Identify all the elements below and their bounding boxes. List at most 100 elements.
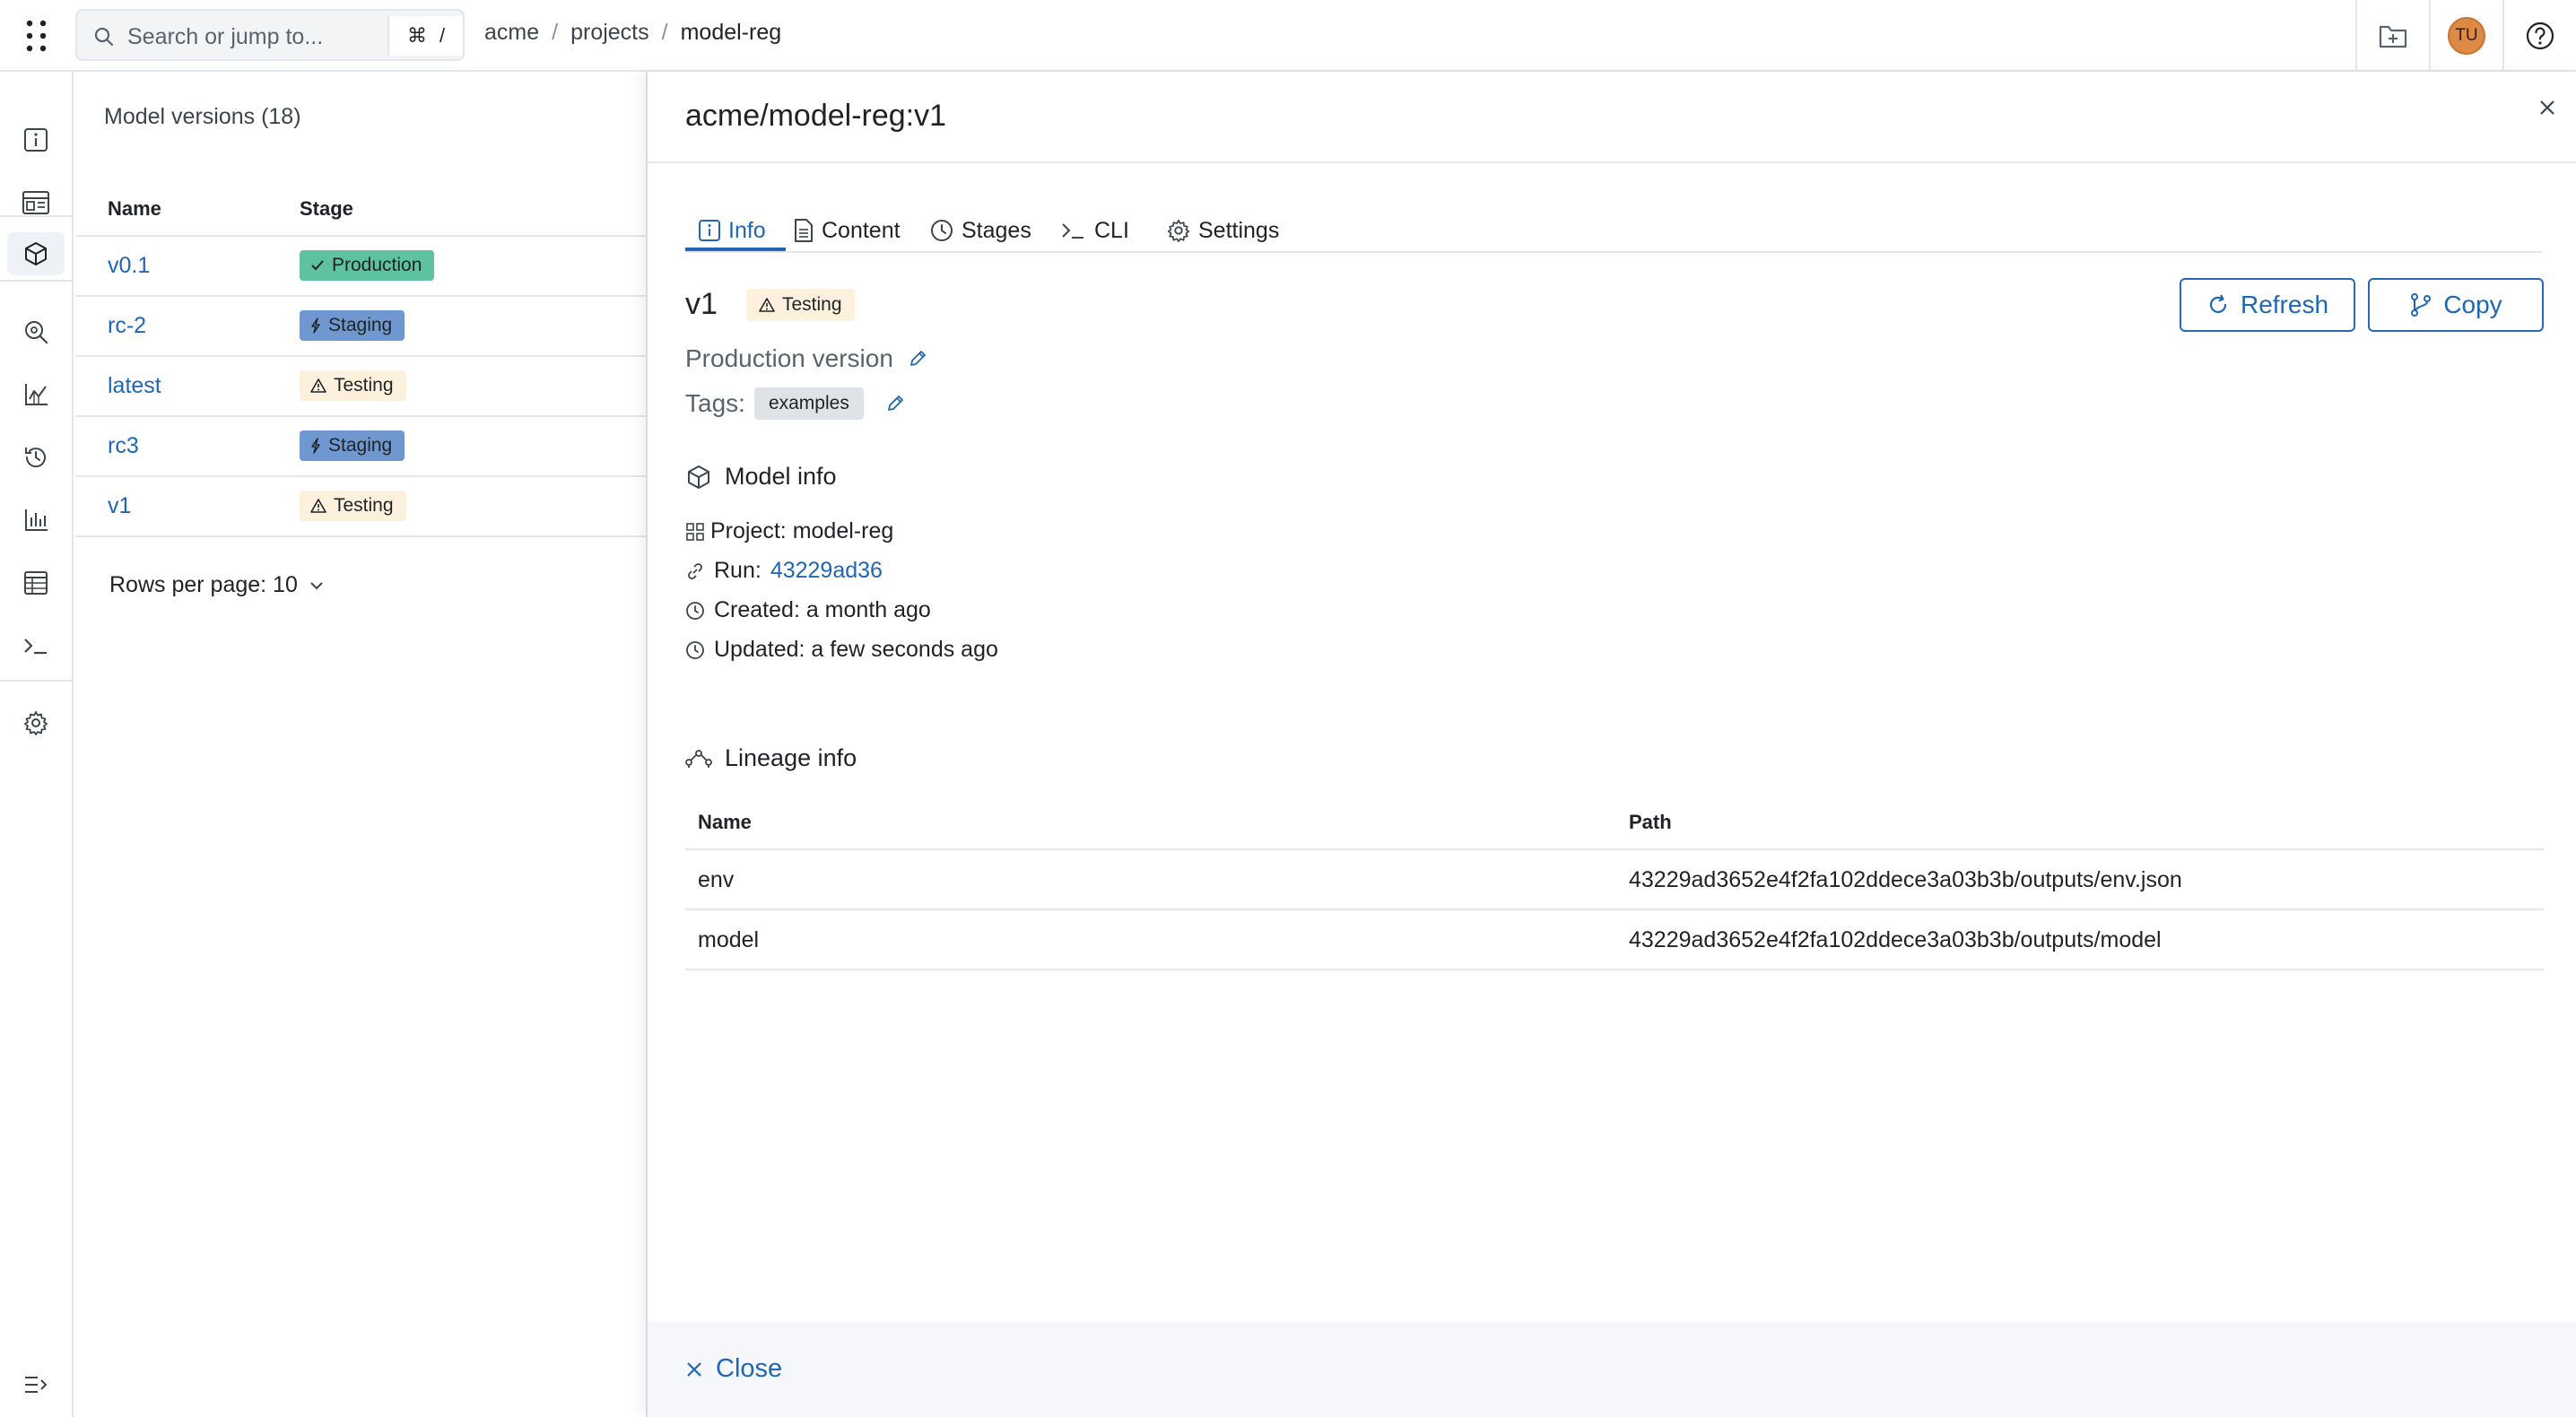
- user-menu-button[interactable]: TU: [2431, 0, 2502, 72]
- search-placeholder: Search or jump to...: [127, 24, 324, 49]
- nav-tables[interactable]: [0, 558, 72, 608]
- button-label: Refresh: [2240, 291, 2329, 318]
- status-badge: Testing: [300, 370, 406, 401]
- nav-divider: [0, 680, 72, 682]
- tab-content[interactable]: Content: [793, 210, 901, 251]
- apps-menu-icon[interactable]: [22, 18, 52, 54]
- lineage-icon: [685, 749, 712, 768]
- clock-icon: [931, 220, 953, 241]
- edit-tags-button[interactable]: [885, 394, 905, 413]
- column-header-name[interactable]: Name: [108, 197, 161, 221]
- expand-sidebar-button[interactable]: [0, 1360, 72, 1410]
- nav-divider: [0, 215, 72, 217]
- status-badge: Testing: [746, 289, 855, 321]
- link-icon: [688, 562, 702, 579]
- table-icon: [24, 571, 48, 595]
- warning-icon: [759, 298, 775, 312]
- table-row[interactable]: v1 Testing: [75, 477, 646, 537]
- lineage-path: 43229ad3652e4f2fa102ddece3a03b3b/outputs…: [1629, 867, 2182, 892]
- rows-per-page-select[interactable]: Rows per page: 10: [109, 572, 325, 598]
- tab-stages[interactable]: Stages: [929, 210, 1031, 251]
- nav-reports[interactable]: [0, 495, 72, 545]
- gear-icon: [24, 711, 48, 735]
- badge-label: Testing: [782, 294, 842, 315]
- terminal-icon: [1062, 223, 1083, 239]
- edit-description-button[interactable]: [908, 349, 927, 369]
- tab-info[interactable]: Info: [698, 210, 766, 251]
- status-badge: Testing: [300, 491, 406, 521]
- top-bar: Search or jump to... ⌘ / acme / projects…: [0, 0, 2576, 72]
- status-badge: Staging: [300, 310, 405, 341]
- nav-charts[interactable]: [0, 369, 72, 420]
- table-row[interactable]: rc3 Staging: [75, 417, 646, 477]
- badge-label: Testing: [334, 495, 394, 516]
- tab-settings[interactable]: Settings: [1166, 210, 1279, 251]
- version-link[interactable]: v0.1: [108, 253, 150, 279]
- tab-label: Settings: [1198, 217, 1280, 243]
- badge-label: Testing: [334, 375, 394, 396]
- tab-label: Content: [822, 217, 901, 243]
- table-row: model 43229ad3652e4f2fa102ddece3a03b3b/o…: [685, 910, 2544, 970]
- close-button[interactable]: Close: [685, 1354, 782, 1384]
- version-link[interactable]: v1: [108, 493, 131, 519]
- button-label: Copy: [2443, 291, 2502, 318]
- nav-explore[interactable]: [0, 307, 72, 357]
- lineage-info-heading: Lineage info: [685, 744, 857, 772]
- gear-icon: [1167, 219, 1190, 242]
- tab-cli[interactable]: CLI: [1060, 210, 1129, 251]
- table-header: Name Path: [685, 793, 2544, 850]
- nav-console[interactable]: [0, 621, 72, 671]
- model-version-drawer: acme/model-reg:v1 Info Content Stages CL…: [646, 72, 2576, 1417]
- bar-chart-icon: [25, 509, 48, 531]
- branch-icon: [2411, 293, 2432, 317]
- table-row[interactable]: v0.1 Production: [75, 237, 646, 297]
- nav-settings[interactable]: [0, 698, 72, 748]
- table-row[interactable]: latest Testing: [75, 357, 646, 417]
- close-drawer-button[interactable]: [2526, 86, 2569, 129]
- updated-text: Updated: a few seconds ago: [714, 637, 998, 662]
- status-badge: Production: [300, 250, 435, 281]
- tag-chip[interactable]: examples: [753, 387, 864, 420]
- section-title-text: Model info: [725, 463, 837, 490]
- status-badge: Staging: [300, 430, 405, 461]
- version-link[interactable]: rc-2: [108, 313, 146, 339]
- close-label: Close: [716, 1354, 783, 1383]
- lineage-name: model: [698, 927, 760, 952]
- clock-icon: [686, 601, 704, 620]
- table-row[interactable]: rc-2 Staging: [75, 297, 646, 357]
- close-icon: [2540, 100, 2554, 115]
- breadcrumb-item-projects[interactable]: projects: [570, 20, 649, 46]
- drawer-title: acme/model-reg:v1: [685, 99, 947, 133]
- version-link[interactable]: rc3: [108, 433, 139, 459]
- slash-key: /: [439, 24, 446, 47]
- help-button[interactable]: [2504, 0, 2576, 72]
- side-navigation: [0, 72, 74, 1417]
- nav-divider: [0, 280, 72, 282]
- search-icon: [93, 26, 115, 48]
- nav-model-registry[interactable]: [0, 229, 72, 279]
- nav-info[interactable]: [0, 115, 72, 165]
- refresh-button[interactable]: Refresh: [2180, 278, 2355, 332]
- keyboard-shortcut: ⌘ /: [387, 16, 463, 56]
- version-link[interactable]: latest: [108, 373, 161, 399]
- created-text: Created: a month ago: [714, 597, 931, 622]
- column-header-stage[interactable]: Stage: [300, 197, 353, 221]
- drawer-tabs: Info Content Stages CLI Settings: [685, 210, 2542, 253]
- drawer-footer: Close: [648, 1322, 2576, 1417]
- cube-icon: [25, 242, 47, 265]
- drawer-header: acme/model-reg:v1: [648, 72, 2576, 163]
- clock-icon: [686, 640, 704, 659]
- breadcrumb-item-acme[interactable]: acme: [484, 20, 539, 46]
- nav-dashboard[interactable]: [0, 178, 72, 228]
- explore-icon: [25, 321, 48, 344]
- search-input[interactable]: Search or jump to... ⌘ /: [75, 9, 465, 61]
- help-icon: [2526, 22, 2554, 50]
- run-link[interactable]: 43229ad36: [770, 558, 883, 584]
- close-icon: [687, 1361, 701, 1377]
- project-info: Project: model-reg: [685, 518, 893, 544]
- warning-icon: [310, 499, 326, 513]
- breadcrumb-item-model-reg[interactable]: model-reg: [681, 20, 782, 46]
- copy-button[interactable]: Copy: [2368, 278, 2544, 332]
- new-folder-button[interactable]: [2357, 0, 2429, 72]
- nav-history[interactable]: [0, 432, 72, 482]
